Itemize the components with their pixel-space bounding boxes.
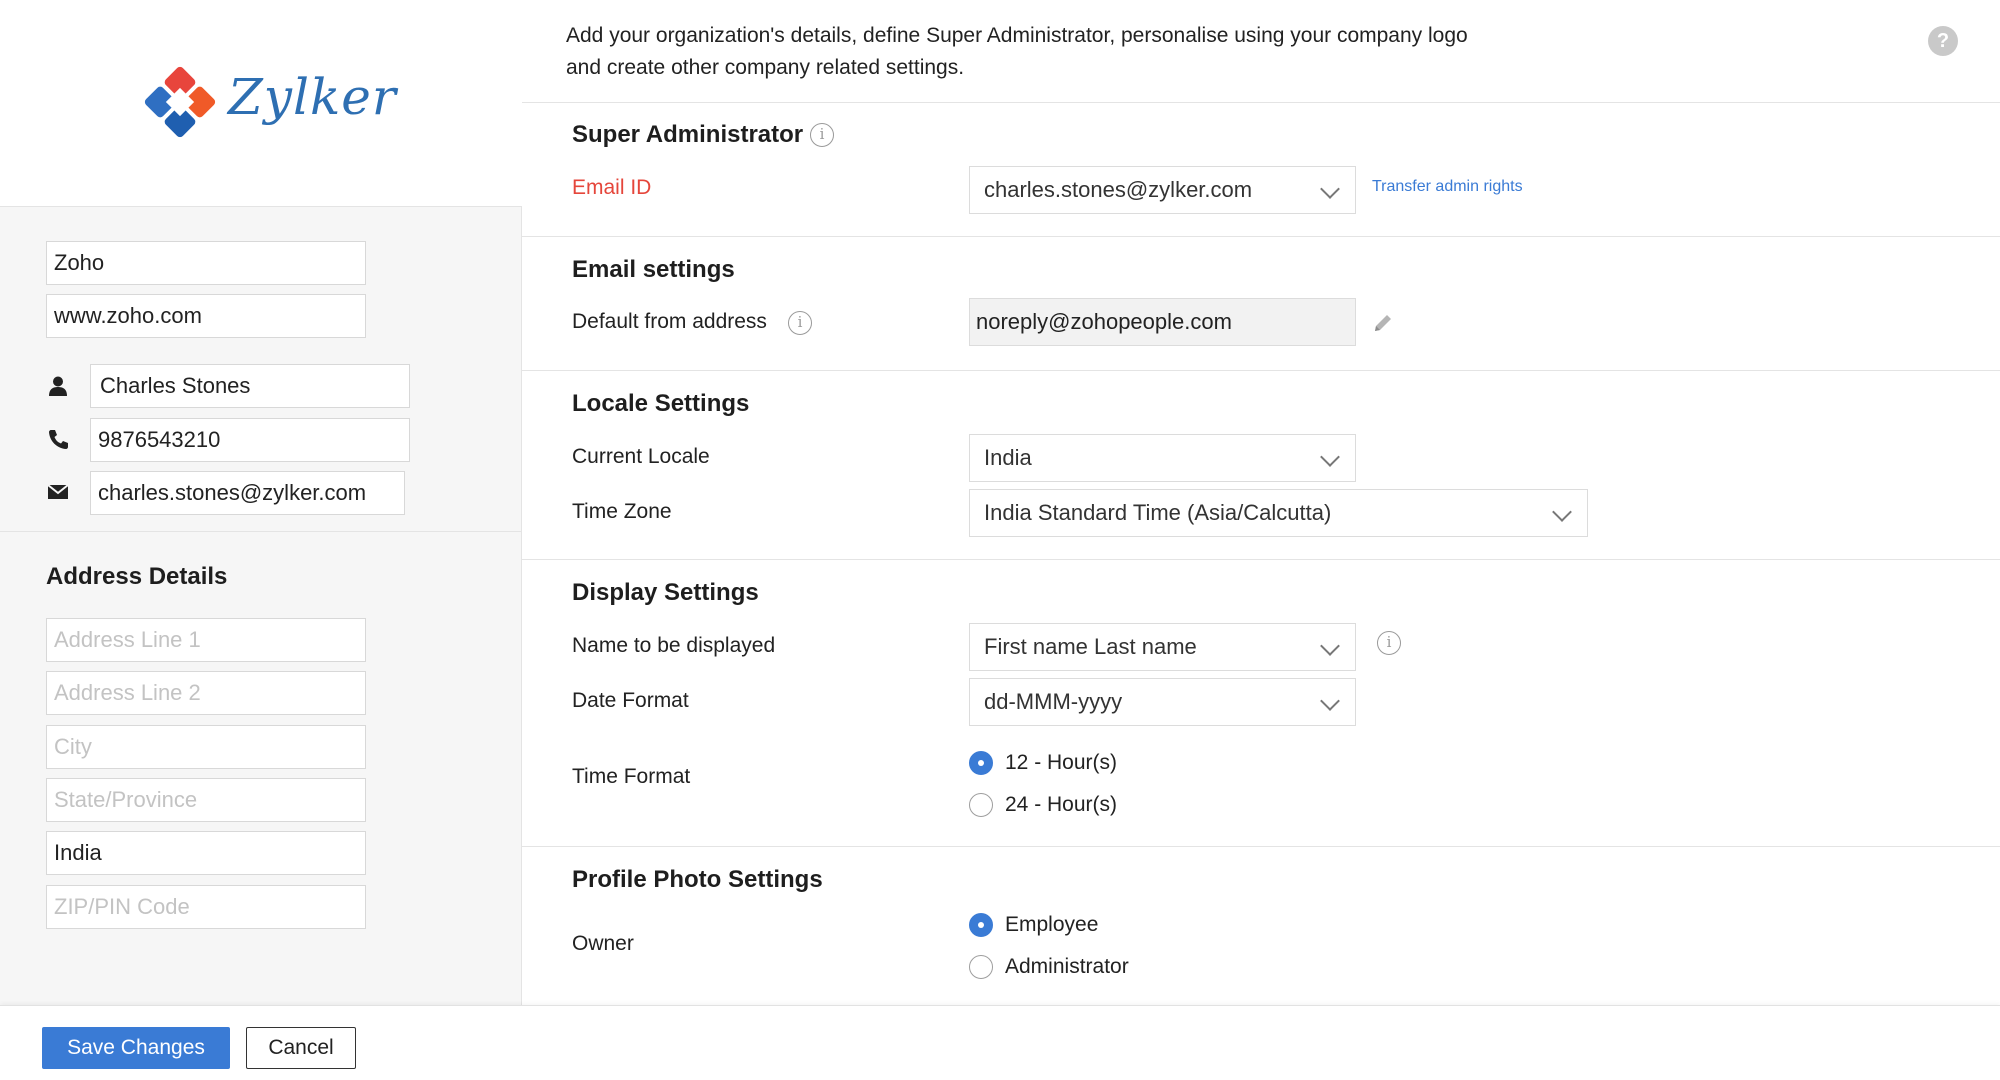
radio-selected[interactable] xyxy=(969,751,993,775)
phone-icon xyxy=(49,430,68,449)
organization-website-input[interactable] xyxy=(46,294,366,338)
organization-name-input[interactable] xyxy=(46,241,366,285)
current-locale-value: India xyxy=(984,445,1032,470)
email-id-label: Email ID xyxy=(572,176,652,199)
address-details-title: Address Details xyxy=(46,563,228,590)
section-divider xyxy=(522,370,2000,371)
date-format-label: Date Format xyxy=(572,689,689,712)
chevron-down-icon xyxy=(1320,447,1340,467)
name-to-be-displayed-label: Name to be displayed xyxy=(572,634,776,657)
country-input[interactable] xyxy=(46,831,366,875)
radio-unselected[interactable] xyxy=(969,955,993,979)
save-changes-button[interactable]: Save Changes xyxy=(42,1027,230,1069)
section-divider xyxy=(522,559,2000,560)
intro-divider xyxy=(522,102,2000,103)
name-display-info-icon[interactable]: i xyxy=(1377,631,1401,655)
owner-employee-option[interactable]: Employee xyxy=(969,910,1098,940)
super-admin-email-select[interactable]: charles.stones@zylker.com xyxy=(969,166,1356,214)
time-zone-value: India Standard Time (Asia/Calcutta) xyxy=(984,500,1332,525)
chevron-down-icon xyxy=(1320,636,1340,656)
owner-administrator-option[interactable]: Administrator xyxy=(969,952,1129,982)
address-line2-input[interactable] xyxy=(46,671,366,715)
name-display-value: First name Last name xyxy=(984,634,1197,659)
name-display-select[interactable]: First name Last name xyxy=(969,623,1356,671)
owner-administrator-label: Administrator xyxy=(1005,955,1129,978)
section-divider xyxy=(522,846,2000,847)
organization-panel: Zylker Address Details xyxy=(0,0,522,1005)
time-format-24-option[interactable]: 24 - Hour(s) xyxy=(969,790,1117,820)
chevron-down-icon xyxy=(1320,691,1340,711)
default-from-info-icon[interactable]: i xyxy=(788,311,812,335)
user-icon xyxy=(49,376,67,396)
super-admin-info-icon[interactable]: i xyxy=(810,123,834,147)
edit-pencil-icon[interactable] xyxy=(1372,312,1394,334)
section-divider xyxy=(522,236,2000,237)
chevron-down-icon xyxy=(1552,502,1572,522)
current-locale-label: Current Locale xyxy=(572,445,710,468)
default-from-address-label: Default from address xyxy=(572,310,767,333)
super-admin-email-value: charles.stones@zylker.com xyxy=(984,177,1253,202)
state-input[interactable] xyxy=(46,778,366,822)
owner-label: Owner xyxy=(572,932,634,955)
contact-phone-input[interactable] xyxy=(90,418,410,462)
cancel-button[interactable]: Cancel xyxy=(246,1027,356,1069)
time-zone-label: Time Zone xyxy=(572,500,672,523)
owner-employee-label: Employee xyxy=(1005,913,1099,936)
zip-input[interactable] xyxy=(46,885,366,929)
time-zone-select[interactable]: India Standard Time (Asia/Calcutta) xyxy=(969,489,1588,537)
time-format-12-option[interactable]: 12 - Hour(s) xyxy=(969,748,1117,778)
intro-text: Add your organization's details, define … xyxy=(566,24,1468,79)
help-icon[interactable]: ? xyxy=(1928,26,1958,56)
chevron-down-icon xyxy=(1320,179,1340,199)
display-settings-title: Display Settings xyxy=(572,579,759,606)
address-line1-input[interactable] xyxy=(46,618,366,662)
time-format-label: Time Format xyxy=(572,765,691,788)
contact-email-input[interactable] xyxy=(90,471,405,515)
super-admin-title: Super Administrator xyxy=(572,121,804,148)
time-format-24-label: 24 - Hour(s) xyxy=(1005,793,1118,816)
radio-unselected[interactable] xyxy=(969,793,993,817)
logo-area[interactable]: Zylker xyxy=(0,0,522,207)
mail-icon xyxy=(47,484,69,499)
left-divider xyxy=(0,531,522,532)
email-settings-title: Email settings xyxy=(572,256,735,283)
current-locale-select[interactable]: India xyxy=(969,434,1356,482)
city-input[interactable] xyxy=(46,725,366,769)
profile-photo-settings-title: Profile Photo Settings xyxy=(572,866,823,893)
time-format-12-label: 12 - Hour(s) xyxy=(1005,751,1118,774)
transfer-admin-rights-link[interactable]: Transfer admin rights xyxy=(1372,178,1523,196)
date-format-value: dd-MMM-yyyy xyxy=(984,689,1123,714)
date-format-select[interactable]: dd-MMM-yyyy xyxy=(969,678,1356,726)
contact-name-input[interactable] xyxy=(90,364,410,408)
locale-settings-title: Locale Settings xyxy=(572,390,750,417)
radio-selected[interactable] xyxy=(969,913,993,937)
company-logo-text: Zylker xyxy=(228,68,397,126)
footer-bar: Save Changes Cancel xyxy=(0,1005,2000,1080)
default-from-address-value: noreply@zohopeople.com xyxy=(969,298,1356,346)
